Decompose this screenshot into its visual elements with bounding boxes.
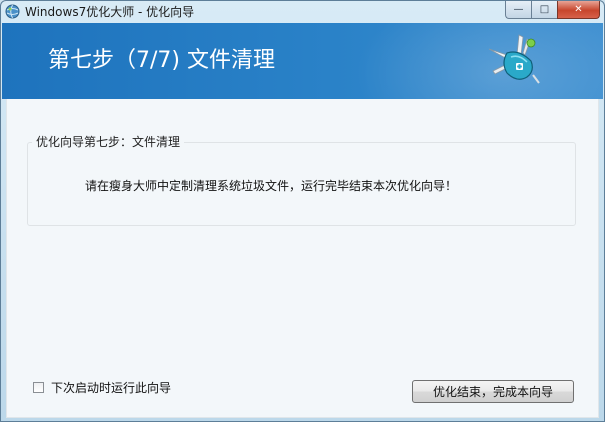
step-groupbox: 优化向导第七步：文件清理 请在瘦身大师中定制清理系统垃圾文件，运行完毕结束本次优…: [27, 134, 576, 226]
minimize-icon: —: [513, 4, 524, 15]
finish-wizard-button[interactable]: 优化结束，完成本向导: [412, 380, 574, 403]
maximize-icon: □: [539, 4, 550, 15]
step-title: 第七步（7/7) 文件清理: [48, 48, 275, 73]
step-banner: 第七步（7/7) 文件清理: [2, 23, 603, 99]
maximize-button[interactable]: □: [531, 1, 557, 19]
wizard-window: Windows7优化大师 - 优化向导 — □ ✕ 第七步（7/7) 文件清理: [0, 0, 605, 422]
instruction-text: 请在瘦身大师中定制清理系统垃圾文件，运行完毕结束本次优化向导！: [85, 179, 458, 193]
run-on-startup-option[interactable]: 下次启动时运行此向导: [33, 379, 171, 395]
groupbox-legend: 优化向导第七步：文件清理: [32, 134, 185, 150]
app-globe-icon: [5, 4, 20, 19]
wizard-content: 优化向导第七步：文件清理 请在瘦身大师中定制清理系统垃圾文件，运行完毕结束本次优…: [6, 99, 599, 418]
run-on-startup-label: 下次启动时运行此向导: [51, 380, 172, 395]
close-icon: ✕: [574, 4, 583, 15]
close-button[interactable]: ✕: [557, 1, 600, 19]
title-bar[interactable]: Windows7优化大师 - 优化向导 — □ ✕: [1, 1, 604, 23]
window-controls: — □ ✕: [505, 1, 600, 20]
minimize-button[interactable]: —: [505, 1, 531, 19]
window-title: Windows7优化大师 - 优化向导: [25, 5, 195, 19]
run-on-startup-checkbox[interactable]: [33, 381, 44, 393]
swiss-army-knife-icon: [488, 34, 540, 84]
